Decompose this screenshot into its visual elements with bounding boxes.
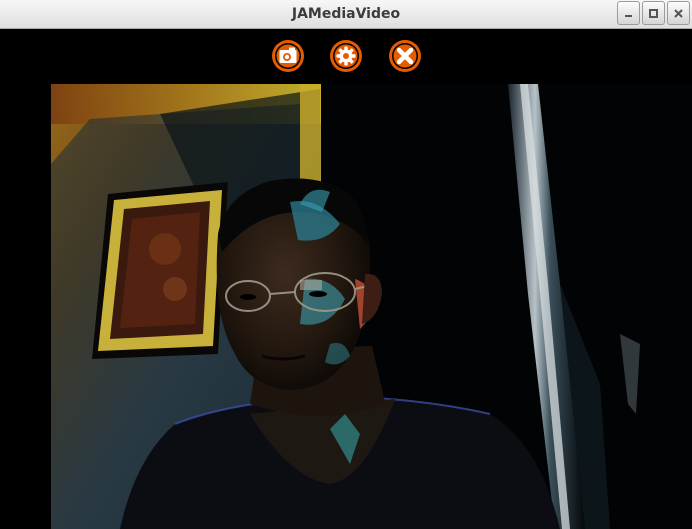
close-window-button[interactable] [667,1,690,25]
minimize-icon [625,15,632,17]
window-controls [615,1,690,25]
camera-preview [0,84,692,529]
maximize-button[interactable] [642,1,665,25]
title-bar[interactable]: JAMediaVideo [0,0,692,29]
app-window: JAMediaVideo [0,0,692,529]
window-title: JAMediaVideo [291,6,401,22]
camera-icon [272,40,304,72]
close-icon [389,40,421,72]
capture-button[interactable] [271,39,305,73]
minimize-button[interactable] [617,1,640,25]
close-window-icon [674,9,683,18]
settings-button[interactable] [329,39,363,73]
maximize-icon [649,9,658,18]
toolbar [0,29,692,84]
webcam-frame [0,84,692,529]
gear-icon [330,40,362,72]
exit-button[interactable] [388,39,422,73]
